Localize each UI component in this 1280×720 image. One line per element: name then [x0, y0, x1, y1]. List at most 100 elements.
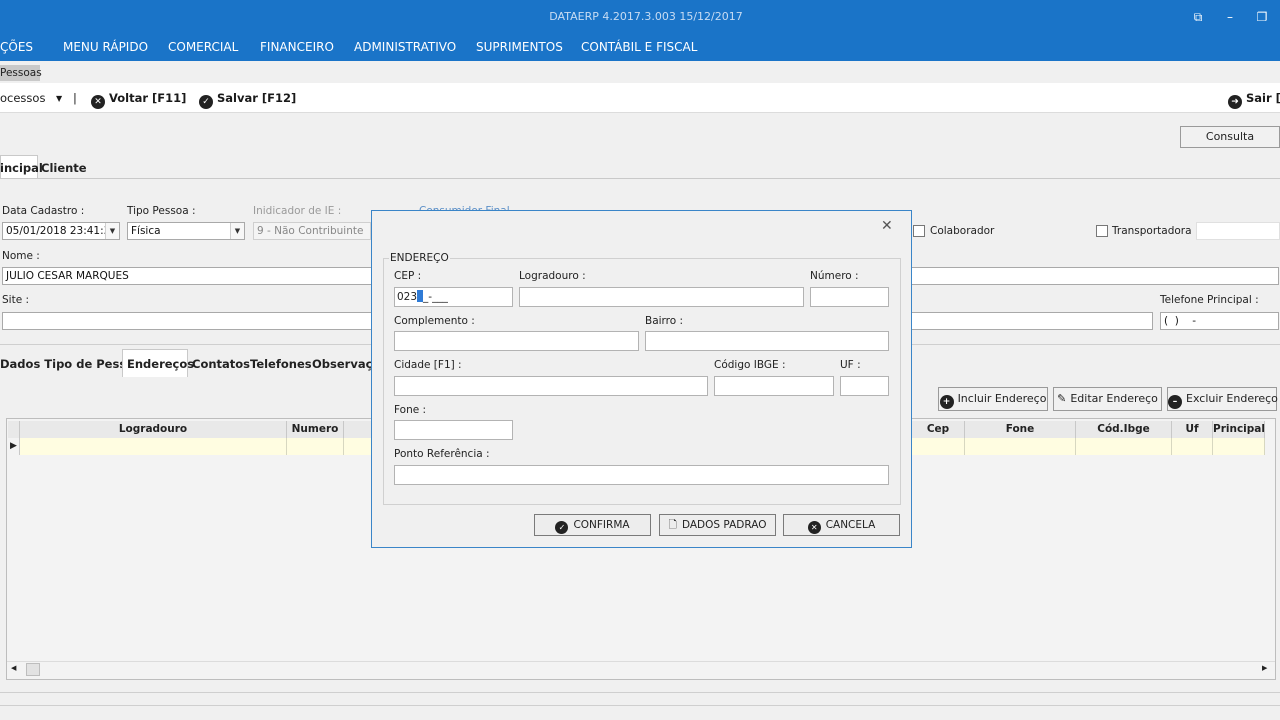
telefone-principal-value: ( ) -: [1164, 315, 1197, 327]
tab-contatos[interactable]: Contatos: [192, 357, 250, 371]
logradouro-label: Logradouro :: [519, 270, 586, 282]
excluir-endereco-button[interactable]: – Excluir Endereço: [1167, 387, 1278, 411]
dados-padrao-label: DADOS PADRAO: [681, 519, 767, 531]
telefone-principal-label: Telefone Principal :: [1160, 294, 1259, 306]
site-label: Site :: [2, 294, 30, 306]
table-row-cell[interactable]: [1213, 438, 1265, 455]
editar-endereco-button[interactable]: ✎ Editar Endereço: [1053, 387, 1162, 411]
exit-arrow-icon: ➜: [1228, 95, 1242, 109]
scroll-right-icon[interactable]: ▶: [1262, 664, 1267, 672]
pin-window-icon[interactable]: ⧉: [1190, 9, 1206, 25]
grid-header-uf[interactable]: Uf: [1172, 421, 1213, 438]
nome-label: Nome :: [2, 250, 40, 262]
tab-dados-tipo-pessoa[interactable]: Dados Tipo de Pessoa: [0, 357, 142, 371]
colaborador-checkbox[interactable]: [913, 225, 925, 237]
telefone-principal-input[interactable]: ( ) -: [1160, 312, 1279, 330]
minus-icon: –: [1168, 395, 1182, 409]
processos-dropdown-arrow-icon[interactable]: ▼: [56, 94, 62, 103]
breadcrumb-tab-pessoas[interactable]: Pessoas: [0, 65, 42, 81]
menu-item-suprimentos[interactable]: SUPRIMENTOS: [476, 40, 563, 54]
data-cadastro-field[interactable]: 05/01/2018 23:41:30 ▼: [2, 222, 120, 240]
sair-button[interactable]: ➜ Sair [I: [1228, 91, 1280, 109]
grid-header-logradouro[interactable]: Logradouro: [20, 421, 287, 438]
ponto-referencia-input[interactable]: [394, 465, 889, 485]
cep-input[interactable]: 023 _-___: [394, 287, 513, 307]
cancela-button[interactable]: ✕ CANCELA: [783, 514, 900, 536]
menu-item-administrativo[interactable]: ADMINISTRATIVO: [354, 40, 456, 54]
cancel-x-icon: ✕: [807, 521, 821, 534]
grid-header-cod-ibge[interactable]: Cód.Ibge: [1076, 421, 1172, 438]
grid-header-hidden: [344, 421, 374, 438]
tipo-pessoa-label: Tipo Pessoa :: [127, 205, 196, 217]
table-row-cell[interactable]: [1172, 438, 1213, 455]
logradouro-input[interactable]: [519, 287, 804, 307]
table-row-cell[interactable]: [965, 438, 1076, 455]
confirma-button[interactable]: ✓ CONFIRMA: [534, 514, 651, 536]
tipo-pessoa-select[interactable]: Física ▼: [127, 222, 245, 240]
tab-enderecos-label: Endereços: [127, 357, 195, 371]
menu-item-comercial[interactable]: COMERCIAL: [168, 40, 238, 54]
ponto-referencia-label: Ponto Referência :: [394, 448, 490, 460]
fone-input[interactable]: [394, 420, 513, 440]
tab-cliente[interactable]: Cliente: [41, 161, 87, 175]
cidade-input[interactable]: [394, 376, 708, 396]
bairro-input[interactable]: [645, 331, 889, 351]
cancela-label: CANCELA: [825, 519, 876, 531]
scroll-left-icon[interactable]: ◀: [11, 664, 16, 672]
restore-icon[interactable]: ❐: [1254, 9, 1270, 25]
sair-label: Sair [I: [1246, 91, 1280, 105]
table-row-cell[interactable]: [912, 438, 965, 455]
table-row-cell[interactable]: [287, 438, 344, 455]
menu-item-opcoes[interactable]: ÇÕES: [0, 40, 33, 54]
bairro-label: Bairro :: [645, 315, 684, 327]
nome-value: JULIO CESAR MARQUES: [6, 270, 129, 282]
table-row-cell[interactable]: [20, 438, 287, 455]
transportadora-checkbox[interactable]: [1096, 225, 1108, 237]
chevron-down-icon[interactable]: ▼: [230, 223, 244, 239]
table-row-cell[interactable]: [1076, 438, 1172, 455]
current-row-arrow-icon: ▶: [8, 438, 20, 455]
menu-item-contabil-fiscal[interactable]: CONTÁBIL E FISCAL: [581, 40, 697, 54]
cep-label: CEP :: [394, 270, 422, 282]
window-title: DATAERP 4.2017.3.003 15/12/2017: [549, 10, 743, 23]
grid-header-numero[interactable]: Numero: [287, 421, 344, 438]
processos-label: ocessos: [0, 91, 46, 105]
confirma-label: CONFIRMA: [573, 519, 630, 531]
transportadora-field: [1196, 222, 1280, 240]
excluir-endereco-label: Excluir Endereço: [1186, 392, 1278, 405]
menu-item-financeiro[interactable]: FINANCEIRO: [260, 40, 334, 54]
bottom-divider: [0, 692, 1280, 693]
close-icon[interactable]: ✕: [881, 218, 893, 234]
dados-padrao-button[interactable]: 🗋 DADOS PADRAO: [659, 514, 776, 536]
transportadora-label: Transportadora: [1112, 225, 1192, 237]
voltar-button[interactable]: ✕ Voltar [F11]: [91, 91, 186, 109]
edit-document-icon: ✎: [1057, 392, 1067, 405]
complemento-input[interactable]: [394, 331, 639, 351]
tab-telefones[interactable]: Telefones: [250, 357, 312, 371]
table-row-cell[interactable]: [344, 438, 374, 455]
indicador-ie-value: 9 - Não Contribuinte: [257, 225, 364, 237]
cep-value: 023: [397, 291, 418, 303]
fone-label: Fone :: [394, 404, 427, 416]
scrollbar-thumb[interactable]: [26, 663, 40, 676]
minimize-icon[interactable]: –: [1222, 9, 1238, 25]
uf-label: UF :: [840, 359, 861, 371]
incluir-endereco-button[interactable]: + Incluir Endereço: [938, 387, 1048, 411]
title-bar: DATAERP 4.2017.3.003 15/12/2017: [0, 0, 1280, 34]
horizontal-scrollbar[interactable]: [7, 661, 1275, 678]
uf-input[interactable]: [840, 376, 889, 396]
cep-mask: _-___: [423, 291, 448, 303]
tipo-pessoa-value: Física: [131, 225, 161, 237]
menu-item-menu-rapido[interactable]: MENU RÁPIDO: [63, 40, 148, 54]
processos-dropdown[interactable]: ocessos: [0, 91, 45, 105]
grid-header-cep[interactable]: Cep: [912, 421, 965, 438]
numero-input[interactable]: [810, 287, 889, 307]
complemento-label: Complemento :: [394, 315, 475, 327]
grid-header-fone[interactable]: Fone: [965, 421, 1076, 438]
voltar-label: Voltar [F11]: [109, 91, 187, 105]
chevron-down-icon[interactable]: ▼: [105, 223, 119, 239]
codigo-ibge-input[interactable]: [714, 376, 834, 396]
consulta-button[interactable]: Consulta: [1180, 126, 1280, 148]
salvar-button[interactable]: ✓ Salvar [F12]: [199, 91, 296, 109]
grid-header-principal[interactable]: Principal: [1213, 421, 1265, 438]
